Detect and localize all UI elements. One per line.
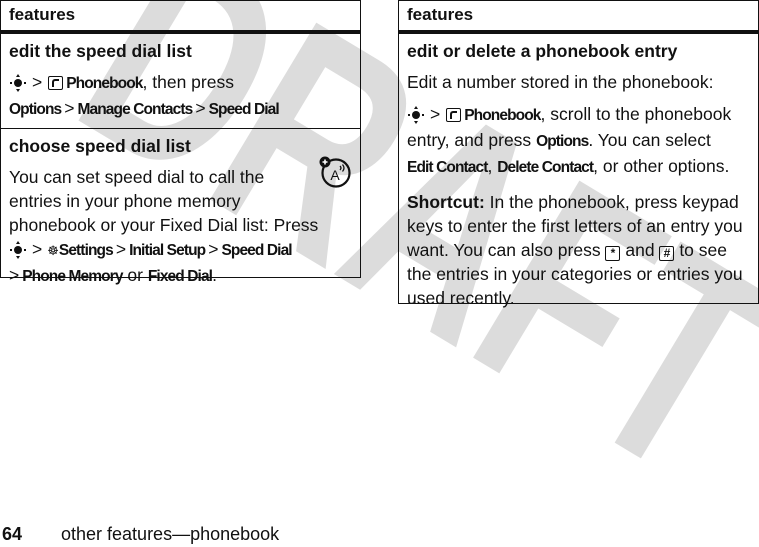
row-instructions: > Phonebook, scroll to the phonebook entr…: [407, 104, 732, 176]
shortcut-note: Shortcut: In the phonebook, press keypad…: [407, 192, 743, 308]
phonebook-icon: [446, 108, 462, 123]
hash-key-icon: #: [659, 246, 675, 261]
row-description: You can set speed dial to call the entri…: [9, 167, 319, 285]
table-row-edit-speed-dial: edit the speed dial list > Phonebook, the…: [1, 34, 360, 128]
option-edit-contact: Edit Contact: [407, 159, 488, 176]
nav-key-icon: [407, 106, 425, 125]
table-row-choose-speed-dial: choose speed dial list You can set speed…: [1, 128, 360, 295]
network-feature-icon: A: [319, 156, 351, 188]
menu-speed-dial: Speed Dial: [208, 101, 280, 118]
table-header: features: [1, 1, 360, 34]
nav-key-icon: [9, 74, 27, 93]
star-key-icon: *: [605, 246, 621, 261]
menu-initial-setup: Initial Setup: [129, 242, 206, 259]
row-title: choose speed dial list: [9, 136, 191, 156]
nav-key-icon: [9, 241, 27, 260]
option-delete-contact: Delete Contact: [497, 159, 594, 176]
page-number: 64: [2, 524, 23, 544]
softkey-options: Options: [536, 133, 589, 150]
menu-phonebook: Phonebook: [464, 107, 541, 124]
phonebook-icon: [48, 76, 64, 91]
row-title: edit the speed dial list: [9, 41, 192, 61]
menu-phonebook: Phonebook: [66, 75, 143, 92]
svg-text:A: A: [330, 167, 340, 183]
table-header: features: [399, 1, 758, 34]
settings-icon: ☸: [47, 243, 59, 258]
table-row-edit-delete-entry: edit or delete a phonebook entry Edit a …: [399, 34, 758, 316]
row-intro: Edit a number stored in the phonebook:: [407, 72, 714, 92]
menu-settings: Settings: [58, 242, 114, 259]
menu-speed-dial: Speed Dial: [221, 242, 292, 259]
row-title: edit or delete a phonebook entry: [407, 41, 678, 61]
menu-manage-contacts: Manage Contacts: [77, 101, 193, 118]
shortcut-label: Shortcut:: [407, 192, 485, 212]
option-phone-memory: Phone Memory: [22, 268, 123, 285]
row-instructions: > Phonebook, then press Options > Manage Co…: [9, 72, 280, 118]
menu-options: Options: [9, 101, 62, 118]
features-table-right: features edit or delete a phonebook entr…: [398, 0, 759, 308]
section-title: other features—phonebook: [61, 524, 280, 544]
option-fixed-dial: Fixed Dial: [147, 268, 213, 285]
features-table-left: features edit the speed dial list > Phone…: [0, 0, 361, 285]
